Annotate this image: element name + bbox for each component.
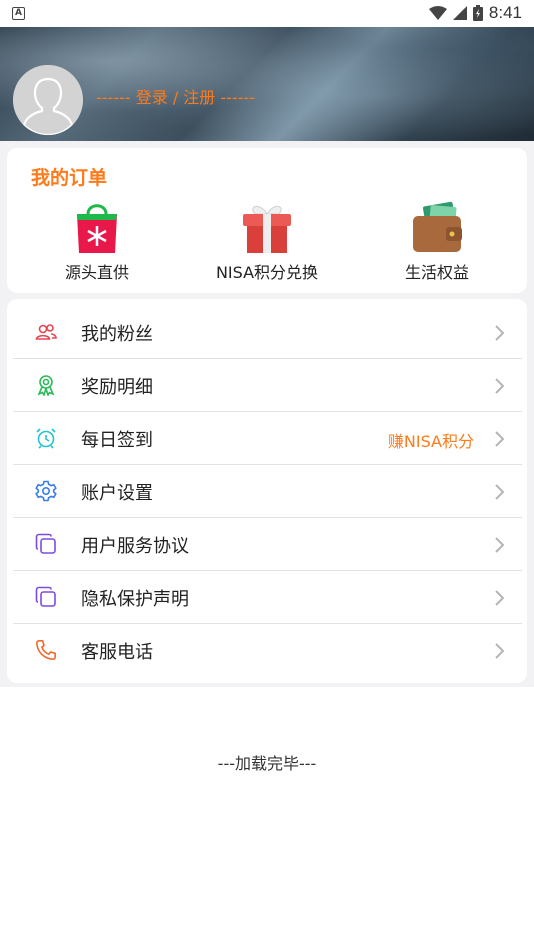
- loading-complete-text: ---加载完毕---: [217, 754, 317, 773]
- chevron-right-icon: [495, 537, 505, 553]
- gift-box-icon: [243, 206, 291, 253]
- status-bar: A 8:41: [0, 0, 534, 27]
- menu-item-label: 账户设置: [81, 483, 153, 504]
- menu-item-label: 每日签到: [81, 430, 153, 451]
- chevron-right-icon: [495, 378, 505, 394]
- document-copy-icon: [35, 586, 56, 607]
- menu-item-account-settings[interactable]: 账户设置: [13, 465, 522, 518]
- avatar[interactable]: [13, 65, 83, 135]
- menu-item-privacy-statement[interactable]: 隐私保护声明: [13, 571, 522, 624]
- order-item-label: 源头直供: [64, 263, 129, 282]
- order-item-label: NISA积分兑换: [215, 263, 319, 282]
- menu-item-label: 隐私保护声明: [81, 589, 189, 610]
- order-item-life-benefits[interactable]: 生活权益: [362, 200, 512, 285]
- orders-title: 我的订单: [31, 167, 108, 189]
- menu-item-my-fans[interactable]: 我的粉丝: [13, 306, 522, 359]
- fans-icon: [35, 324, 57, 340]
- order-item-source-supply[interactable]: 源头直供: [22, 200, 172, 285]
- wallet-icon: [413, 201, 462, 252]
- battery-icon: [472, 5, 483, 21]
- menu-item-label: 客服电话: [81, 642, 153, 663]
- clock-time: 8:41: [488, 3, 522, 22]
- menu-item-reward-details[interactable]: 奖励明细: [13, 359, 522, 412]
- alarm-clock-icon: [36, 428, 56, 449]
- menu-item-user-service-agreement[interactable]: 用户服务协议: [13, 518, 522, 571]
- award-ribbon-icon: [37, 375, 55, 396]
- chevron-right-icon: [495, 484, 505, 500]
- order-item-label: 生活权益: [404, 263, 469, 282]
- my-orders-card: 我的订单 源头直供 NISA积分兑换 生活权益: [7, 148, 527, 293]
- settings-gear-icon: [35, 480, 57, 502]
- menu-item-label: 奖励明细: [81, 377, 153, 398]
- document-copy-icon: [35, 533, 56, 554]
- menu-item-label: 用户服务协议: [81, 536, 189, 557]
- app-notification-icon: A: [12, 7, 25, 20]
- status-indicators: 8:41: [428, 3, 522, 23]
- chevron-right-icon: [495, 590, 505, 606]
- default-avatar-icon: [13, 65, 83, 135]
- earn-points-hint: 赚NISA积分: [387, 432, 474, 451]
- menu-item-customer-service-phone[interactable]: 客服电话: [13, 624, 522, 677]
- wifi-icon: [428, 6, 447, 20]
- chevron-right-icon: [495, 643, 505, 659]
- menu-item-label: 我的粉丝: [81, 324, 153, 345]
- chevron-right-icon: [495, 431, 505, 447]
- login-register-link[interactable]: ------ 登录 / 注册 ------: [96, 84, 255, 108]
- phone-icon: [35, 640, 56, 661]
- menu-item-daily-check-in[interactable]: 每日签到 赚NISA积分: [13, 412, 522, 465]
- order-item-nisa-points-exchange[interactable]: NISA积分兑换: [192, 200, 342, 285]
- chevron-right-icon: [495, 325, 505, 341]
- profile-header: ------ 登录 / 注册 ------: [0, 27, 534, 141]
- shopping-bag-icon: [77, 204, 117, 253]
- cellular-signal-icon: [452, 6, 467, 20]
- menu-list-card: 我的粉丝 奖励明细 每日签到 赚NISA积分 账户设置 用户服务协议 隐私保护声…: [7, 299, 527, 683]
